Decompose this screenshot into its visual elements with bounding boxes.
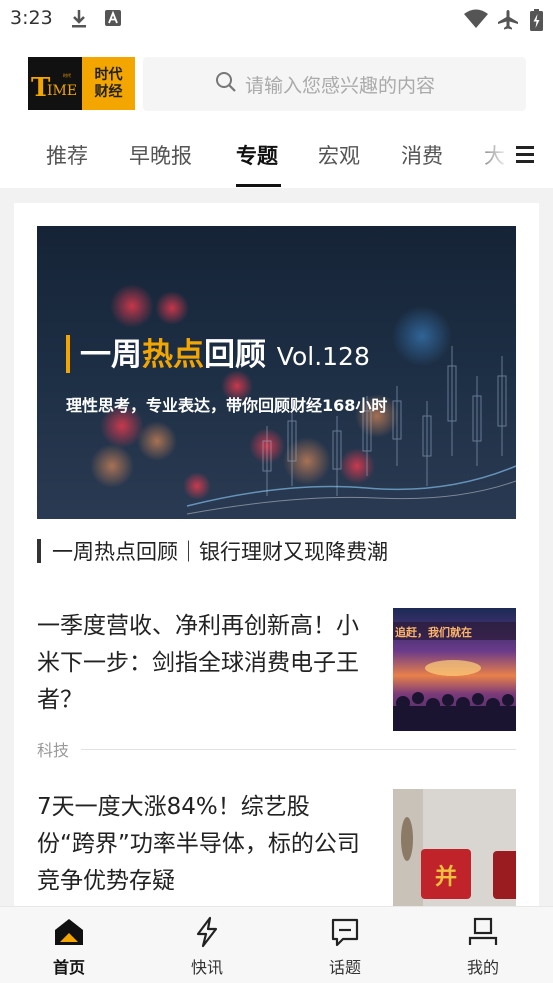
nav-label-profile: 我的 xyxy=(466,958,499,977)
profile-icon xyxy=(466,915,500,949)
nav-profile[interactable]: 我的 xyxy=(414,907,552,983)
logo-chinese-line2: 财经 xyxy=(94,83,123,100)
article-tag[interactable]: 科技 xyxy=(37,737,69,761)
article-thumbnail: 追赶，我们就在 xyxy=(393,608,516,731)
bottom-navigation: 首页 快讯 话题 我的 xyxy=(0,906,553,983)
article-thumbnail: 并 xyxy=(393,789,516,912)
nav-label-flash-news: 快讯 xyxy=(190,958,223,977)
banner-title-hot: 热点 xyxy=(142,337,204,373)
svg-text:IME: IME xyxy=(47,83,77,99)
search-icon xyxy=(215,71,237,97)
category-tabs: 推荐 早晚报 专题 宏观 消费 大 xyxy=(0,136,553,188)
download-icon xyxy=(70,9,88,33)
logo-chinese: 时代 财经 xyxy=(82,57,135,110)
tabs-fade xyxy=(470,136,510,186)
banner-title-part1: 一周 xyxy=(80,337,142,373)
search-placeholder: 请输入您感兴趣的内容 xyxy=(245,74,436,97)
thumbnail-caption: 追赶，我们就在 xyxy=(395,625,472,639)
logo-mark: T IME 时代 xyxy=(28,57,82,110)
nav-label-topics: 话题 xyxy=(328,958,361,977)
article-item[interactable]: 一季度营收、净利再创新高！小米下一步：剑指全球消费电子王者？ 追赶，我们就在 科… xyxy=(37,608,516,768)
airplane-icon xyxy=(497,9,519,35)
article-divider xyxy=(81,748,516,750)
wifi-icon xyxy=(464,9,488,33)
tab-special-topics[interactable]: 专题 xyxy=(236,140,278,170)
banner-title-part2: 回顾 xyxy=(204,337,266,373)
nav-home[interactable]: 首页 xyxy=(0,907,138,983)
status-bar: 3:23 xyxy=(0,0,553,38)
home-icon xyxy=(52,915,86,949)
content-card: 一周热点回顾 Vol.128 理性思考，专业表达，带你回顾财经168小时 一周热… xyxy=(14,203,539,923)
thumbnail-caption: 并 xyxy=(435,864,457,890)
menu-icon[interactable] xyxy=(516,144,534,168)
svg-text:时代: 时代 xyxy=(63,72,71,78)
tab-recommend[interactable]: 推荐 xyxy=(46,140,88,170)
active-tab-indicator xyxy=(236,184,281,187)
nav-label-home: 首页 xyxy=(52,958,85,977)
logo-mark-graphic: T IME 时代 xyxy=(31,72,77,103)
nav-topics[interactable]: 话题 xyxy=(276,907,414,983)
feature-headline-bar xyxy=(37,539,41,563)
battery-icon xyxy=(530,9,543,35)
tab-daily-report[interactable]: 早晚报 xyxy=(129,140,192,170)
search-input[interactable]: 请输入您感兴趣的内容 xyxy=(143,57,526,111)
app-header: T IME 时代 时代 财经 请输入您感兴趣的内容 推荐 早晚报 专题 宏观 消… xyxy=(0,38,553,188)
banner-title: 一周热点回顾 Vol.128 xyxy=(80,329,370,374)
logo-chinese-line1: 时代 xyxy=(94,66,123,83)
banner-volume: Vol.128 xyxy=(276,342,370,371)
article-meta: 科技 xyxy=(37,737,516,761)
topic-icon xyxy=(328,915,362,949)
tab-consumption[interactable]: 消费 xyxy=(401,140,443,170)
nav-flash-news[interactable]: 快讯 xyxy=(138,907,276,983)
article-title: 一季度营收、净利再创新高！小米下一步：剑指全球消费电子王者？ xyxy=(37,613,359,713)
banner-accent-bar xyxy=(66,335,70,373)
feature-banner[interactable]: 一周热点回顾 Vol.128 理性思考，专业表达，带你回顾财经168小时 xyxy=(37,226,516,519)
status-time: 3:23 xyxy=(10,7,53,29)
lightning-icon xyxy=(190,915,224,949)
feature-headline-text: 一周热点回顾｜银行理财又现降费潮 xyxy=(52,540,388,564)
tab-macro[interactable]: 宏观 xyxy=(318,140,360,170)
article-title: 7天一度大涨84%！综艺股份“跨界”功率半导体，标的公司竞争优势存疑 xyxy=(37,794,360,894)
time-finance-logo[interactable]: T IME 时代 时代 财经 xyxy=(28,57,135,110)
app-notification-icon xyxy=(105,9,121,31)
feature-headline[interactable]: 一周热点回顾｜银行理财又现降费潮 xyxy=(37,536,388,566)
banner-subtitle: 理性思考，专业表达，带你回顾财经168小时 xyxy=(66,396,388,415)
